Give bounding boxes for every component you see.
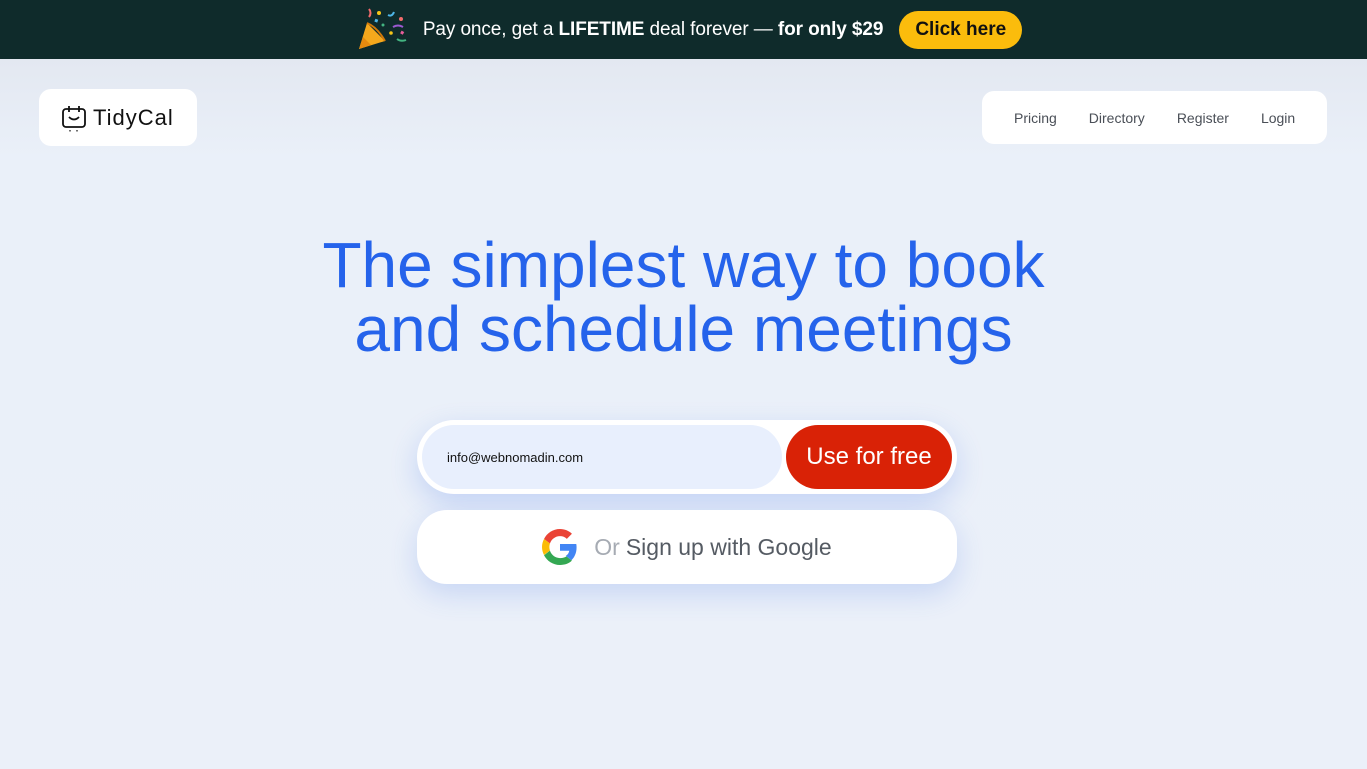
logo-text: TidyCal [93,104,174,130]
promo-text-prefix: Pay once, get a [422,18,559,40]
promo-text-lifetime: LIFETIME [558,18,645,40]
google-signup-label: Sign up with Google [625,533,832,560]
promo-content: Pay once, get a LIFETIME deal forever — … [355,7,1023,53]
nav-directory[interactable]: Directory [1089,110,1145,126]
calendar-icon [62,105,86,131]
main-nav: Pricing Directory Register Login [982,91,1327,144]
page: TidyCal Pricing Directory Register Login… [0,59,1367,769]
nav-register[interactable]: Register [1177,110,1229,126]
nav-pricing[interactable]: Pricing [1014,110,1057,126]
email-input[interactable] [422,425,782,489]
promo-text-price: for only $29 [777,18,884,40]
google-icon [542,529,577,565]
hero-headline-line1: The simplest way to book [322,229,1045,301]
signup-form: Use for free [417,420,957,494]
use-for-free-button[interactable]: Use for free [786,425,952,489]
google-or-text: Or [594,533,620,560]
party-popper-icon [358,7,407,49]
logo[interactable]: TidyCal [39,89,197,146]
hero-headline: The simplest way to book and schedule me… [0,233,1367,361]
hero-headline-line2: and schedule meetings [354,293,1013,365]
promo-bar: Pay once, get a LIFETIME deal forever — … [0,0,1367,59]
google-signup-button[interactable]: Or Sign up with Google [417,510,957,584]
nav-login[interactable]: Login [1261,110,1295,126]
promo-text: Pay once, get a LIFETIME deal forever — … [423,19,884,41]
promo-text-middle: deal forever — [644,18,778,40]
click-here-button[interactable]: Click here [899,10,1023,49]
